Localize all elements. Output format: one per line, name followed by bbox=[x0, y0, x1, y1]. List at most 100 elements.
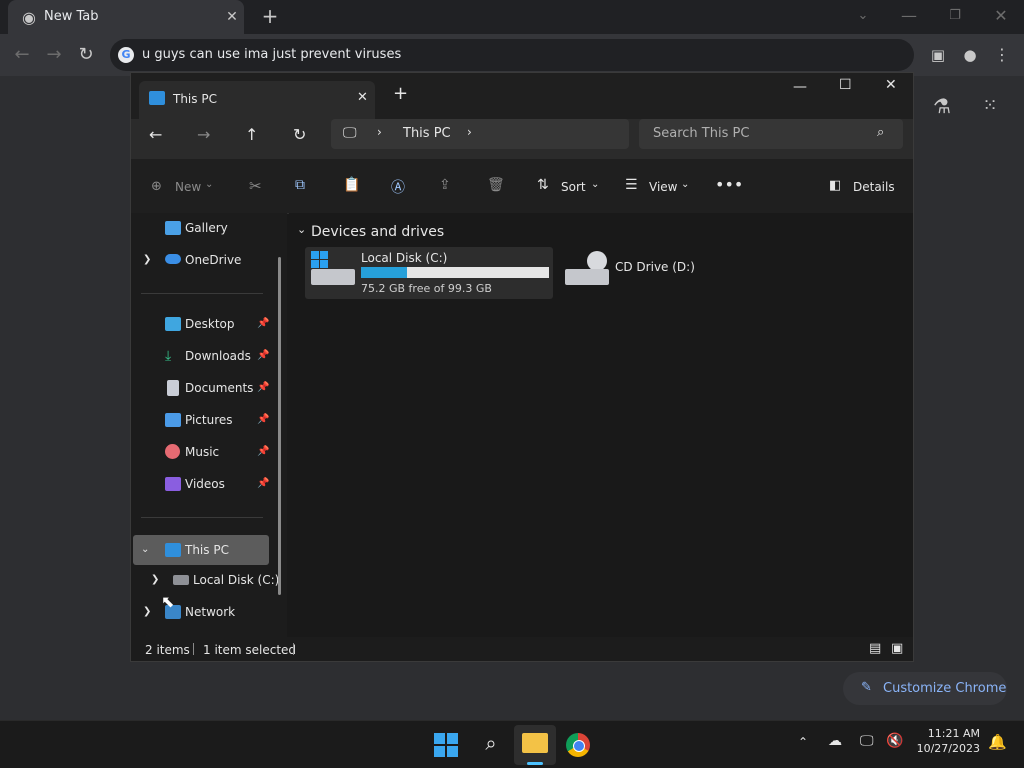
close-window-icon[interactable]: ✕ bbox=[990, 6, 1012, 26]
customize-chrome-label: Customize Chrome bbox=[883, 681, 1007, 696]
show-hidden-icons[interactable]: ⌃ bbox=[798, 735, 808, 749]
explorer-forward-icon[interactable]: → bbox=[197, 125, 210, 144]
share-icon[interactable]: ⇪ bbox=[439, 177, 451, 193]
menu-icon[interactable]: ⋮ bbox=[992, 45, 1012, 65]
back-icon[interactable]: ← bbox=[12, 45, 32, 65]
expand-chevron-icon[interactable]: ❯ bbox=[143, 247, 151, 273]
monitor-icon bbox=[165, 543, 181, 557]
clock[interactable]: 11:21 AM 10/27/2023 bbox=[914, 727, 980, 755]
pin-icon[interactable]: 📌 bbox=[257, 471, 269, 497]
apps-grid-icon[interactable]: ⁙ bbox=[978, 96, 1002, 116]
breadcrumb-chevron-icon[interactable]: › bbox=[467, 125, 472, 139]
profile-icon[interactable]: ● bbox=[960, 45, 980, 65]
delete-icon[interactable]: 🗑 bbox=[487, 177, 505, 193]
details-view-icon[interactable]: ▤ bbox=[869, 641, 881, 656]
more-options-icon[interactable]: ••• bbox=[715, 175, 743, 194]
address-bar[interactable]: 🖵 › This PC › bbox=[331, 119, 629, 149]
google-icon: G bbox=[118, 47, 134, 63]
explorer-back-icon[interactable]: ← bbox=[149, 125, 162, 144]
sort-icon: ⇅ bbox=[537, 177, 549, 193]
explorer-tab-title: This PC bbox=[173, 92, 217, 106]
nav-item-onedrive[interactable]: ❯ OneDrive bbox=[131, 247, 281, 273]
paste-icon[interactable]: 📋 bbox=[343, 177, 360, 193]
nav-item-downloads[interactable]: ⤓ Downloads 📌 bbox=[131, 343, 281, 369]
status-divider bbox=[293, 643, 294, 655]
windows-drive-icon bbox=[311, 251, 355, 287]
drive-name: CD Drive (D:) bbox=[615, 260, 695, 274]
copy-icon[interactable]: ⧉ bbox=[295, 177, 305, 193]
music-icon bbox=[165, 444, 180, 459]
explorer-tab-this-pc[interactable]: This PC ✕ bbox=[139, 81, 375, 119]
drive-free-space: 75.2 GB free of 99.3 GB bbox=[361, 282, 492, 295]
search-taskbar-icon[interactable]: ⌕ bbox=[478, 731, 504, 755]
sort-button[interactable]: Sort bbox=[561, 180, 586, 194]
collapse-chevron-icon[interactable]: ⌄ bbox=[141, 535, 149, 565]
nav-item-documents[interactable]: Documents 📌 bbox=[131, 375, 281, 401]
pin-icon[interactable]: 📌 bbox=[257, 343, 269, 369]
notification-bell-icon[interactable]: 🔔 bbox=[988, 733, 1007, 751]
rename-icon[interactable]: Ⓐ bbox=[391, 177, 405, 197]
nav-item-this-pc[interactable]: ⌄ This PC bbox=[133, 535, 269, 565]
explorer-close-icon[interactable]: ✕ bbox=[885, 77, 897, 93]
cut-icon[interactable]: ✂ bbox=[249, 177, 262, 195]
nav-label: Pictures bbox=[185, 413, 233, 427]
onedrive-tray-icon[interactable]: ☁ bbox=[828, 733, 842, 749]
nav-item-music[interactable]: Music 📌 bbox=[131, 439, 281, 465]
explorer-minimize-icon[interactable]: — bbox=[793, 79, 807, 95]
search-icon: ⌕ bbox=[877, 125, 885, 140]
drive-tile-cd-drive[interactable]: CD Drive (D:) bbox=[559, 247, 719, 299]
tab-search-icon[interactable]: ⌄ bbox=[852, 6, 874, 26]
new-tab-button[interactable]: + bbox=[258, 6, 282, 26]
pin-icon[interactable]: 📌 bbox=[257, 375, 269, 401]
file-explorer-taskbar-button[interactable] bbox=[514, 725, 556, 765]
explorer-maximize-icon[interactable]: ☐ bbox=[839, 77, 852, 93]
omnibox-text[interactable]: u guys can use ima just prevent viruses bbox=[142, 47, 401, 62]
minimize-icon[interactable]: — bbox=[898, 6, 920, 26]
network-tray-icon[interactable]: 🖵 bbox=[860, 733, 874, 749]
breadcrumb-this-pc[interactable]: This PC bbox=[403, 126, 451, 141]
new-button[interactable]: New bbox=[175, 180, 201, 194]
expand-chevron-icon[interactable]: ❯ bbox=[151, 567, 159, 593]
mouse-cursor-icon: ⬉ bbox=[161, 592, 175, 611]
nav-label: Local Disk (C:) bbox=[193, 573, 280, 587]
taskbar: ⌕ ⌃ ☁ 🖵 🔇 11:21 AM 10/27/2023 🔔 bbox=[0, 720, 1024, 768]
labs-icon[interactable]: ⚗ bbox=[930, 96, 954, 116]
details-button[interactable]: Details bbox=[853, 180, 895, 194]
nav-item-local-disk[interactable]: ❯ Local Disk (C:) bbox=[131, 567, 281, 593]
expand-chevron-icon[interactable]: ❯ bbox=[143, 599, 151, 625]
nav-item-network[interactable]: ❯ Network bbox=[131, 599, 281, 625]
close-tab-icon[interactable]: ✕ bbox=[222, 7, 242, 27]
pencil-icon: ✎ bbox=[861, 680, 872, 695]
omnibox[interactable]: G u guys can use ima just prevent viruse… bbox=[110, 39, 914, 71]
drive-name: Local Disk (C:) bbox=[361, 251, 448, 265]
new-explorer-tab-button[interactable]: + bbox=[393, 83, 408, 104]
chrome-tab-new-tab[interactable]: ◉ New Tab ✕ bbox=[8, 0, 244, 34]
view-button[interactable]: View bbox=[649, 180, 677, 194]
start-button[interactable] bbox=[434, 733, 458, 757]
forward-icon[interactable]: → bbox=[44, 45, 64, 65]
restore-icon[interactable]: ❐ bbox=[944, 6, 966, 26]
pin-icon[interactable]: 📌 bbox=[257, 439, 269, 465]
section-collapse-icon[interactable]: ⌄ bbox=[297, 223, 306, 236]
volume-muted-icon[interactable]: 🔇 bbox=[886, 733, 903, 749]
explorer-up-icon[interactable]: ↑ bbox=[245, 125, 258, 144]
reload-icon[interactable]: ↻ bbox=[76, 45, 96, 65]
explorer-refresh-icon[interactable]: ↻ bbox=[293, 125, 306, 144]
nav-item-videos[interactable]: Videos 📌 bbox=[131, 471, 281, 497]
breadcrumb-chevron-icon: › bbox=[377, 125, 382, 139]
search-box[interactable]: Search This PC ⌕ bbox=[639, 119, 903, 149]
customize-chrome-button[interactable]: ✎ Customize Chrome bbox=[843, 672, 1007, 705]
tiles-view-icon[interactable]: ▣ bbox=[891, 641, 903, 656]
content-pane: ⌄ Devices and drives Local Disk (C:) 75.… bbox=[289, 213, 913, 637]
chrome-taskbar-icon[interactable] bbox=[566, 733, 590, 757]
nav-label: This PC bbox=[185, 543, 229, 557]
nav-item-gallery[interactable]: Gallery bbox=[131, 215, 281, 241]
side-panel-icon[interactable]: ▣ bbox=[928, 45, 948, 65]
close-explorer-tab-icon[interactable]: ✕ bbox=[357, 90, 368, 105]
nav-scrollbar[interactable] bbox=[278, 257, 281, 595]
nav-item-desktop[interactable]: Desktop 📌 bbox=[131, 311, 281, 337]
nav-item-pictures[interactable]: Pictures 📌 bbox=[131, 407, 281, 433]
pin-icon[interactable]: 📌 bbox=[257, 407, 269, 433]
pin-icon[interactable]: 📌 bbox=[257, 311, 269, 337]
drive-tile-local-disk[interactable]: Local Disk (C:) 75.2 GB free of 99.3 GB bbox=[305, 247, 553, 299]
